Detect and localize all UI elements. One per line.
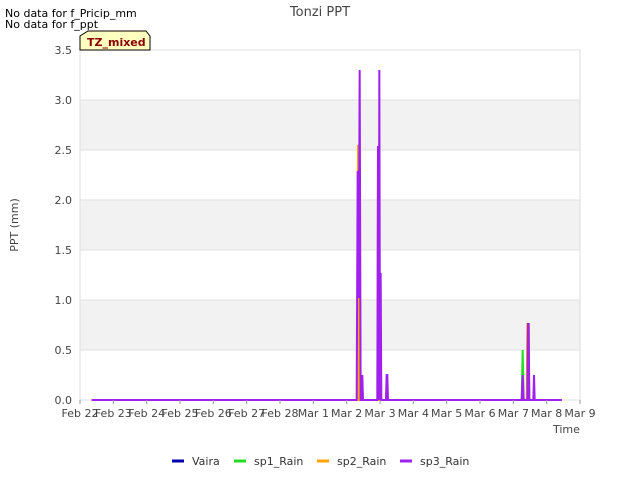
x-tick-label: Feb 22 xyxy=(62,407,99,420)
plot-band xyxy=(80,350,580,400)
plot-band xyxy=(80,150,580,200)
plot-band xyxy=(80,300,580,350)
y-axis: 0.0 0.5 1.0 1.5 2.0 2.5 3.0 3.5 xyxy=(55,44,73,407)
x-tick-label: Feb 24 xyxy=(128,407,165,420)
legend-label: sp3_Rain xyxy=(420,455,469,468)
plot-bands xyxy=(80,50,580,400)
y-tick-label: 2.5 xyxy=(55,144,73,157)
x-tick-label: Feb 27 xyxy=(228,407,265,420)
x-tick-label: Mar 5 xyxy=(431,407,462,420)
y-tick-label: 0.0 xyxy=(55,394,73,407)
x-tick-label: Feb 23 xyxy=(95,407,132,420)
x-tick-label: Feb 26 xyxy=(195,407,232,420)
x-tick-label: Feb 25 xyxy=(162,407,199,420)
y-tick-label: 3.5 xyxy=(55,44,73,57)
legend-label: Vaira xyxy=(192,455,220,468)
y-tick-label: 0.5 xyxy=(55,344,73,357)
legend-label: sp2_Rain xyxy=(337,455,386,468)
badge: TZ_mixed xyxy=(79,30,151,51)
y-axis-label: PPT (mm) xyxy=(8,198,21,252)
chart: 0.00.51.01.52.02.53.03.5 Feb 22Feb 23Feb… xyxy=(8,5,596,468)
x-axis-label: Time xyxy=(552,423,580,436)
y-tick-label: 1.5 xyxy=(55,244,73,257)
y-tick-label: 1.0 xyxy=(55,294,73,307)
legend: Vaira sp1_Rain sp2_Rain sp3_Rain xyxy=(172,455,469,468)
plot-band xyxy=(80,200,580,250)
x-tick-label: Feb 28 xyxy=(262,407,299,420)
x-tick-label: Mar 8 xyxy=(531,407,562,420)
x-tick-label: Mar 6 xyxy=(464,407,495,420)
x-tick-label: Mar 2 xyxy=(331,407,362,420)
plot-band xyxy=(80,250,580,300)
y-tick-label: 3.0 xyxy=(55,94,73,107)
badge-label: TZ_mixed xyxy=(87,36,146,49)
x-tick-label: Mar 1 xyxy=(298,407,329,420)
plot-band xyxy=(80,100,580,150)
x-tick-label: Mar 9 xyxy=(564,407,595,420)
chart-title: Tonzi PPT xyxy=(289,5,350,20)
x-axis: Feb 22Feb 23Feb 24Feb 25Feb 26Feb 27Feb … xyxy=(62,400,596,420)
y-tick-label: 2.0 xyxy=(55,194,73,207)
plot-band xyxy=(80,50,580,100)
legend-label: sp1_Rain xyxy=(254,455,303,468)
x-tick-label: Mar 7 xyxy=(498,407,529,420)
x-tick-label: Mar 3 xyxy=(364,407,395,420)
x-tick-label: Mar 4 xyxy=(398,407,429,420)
